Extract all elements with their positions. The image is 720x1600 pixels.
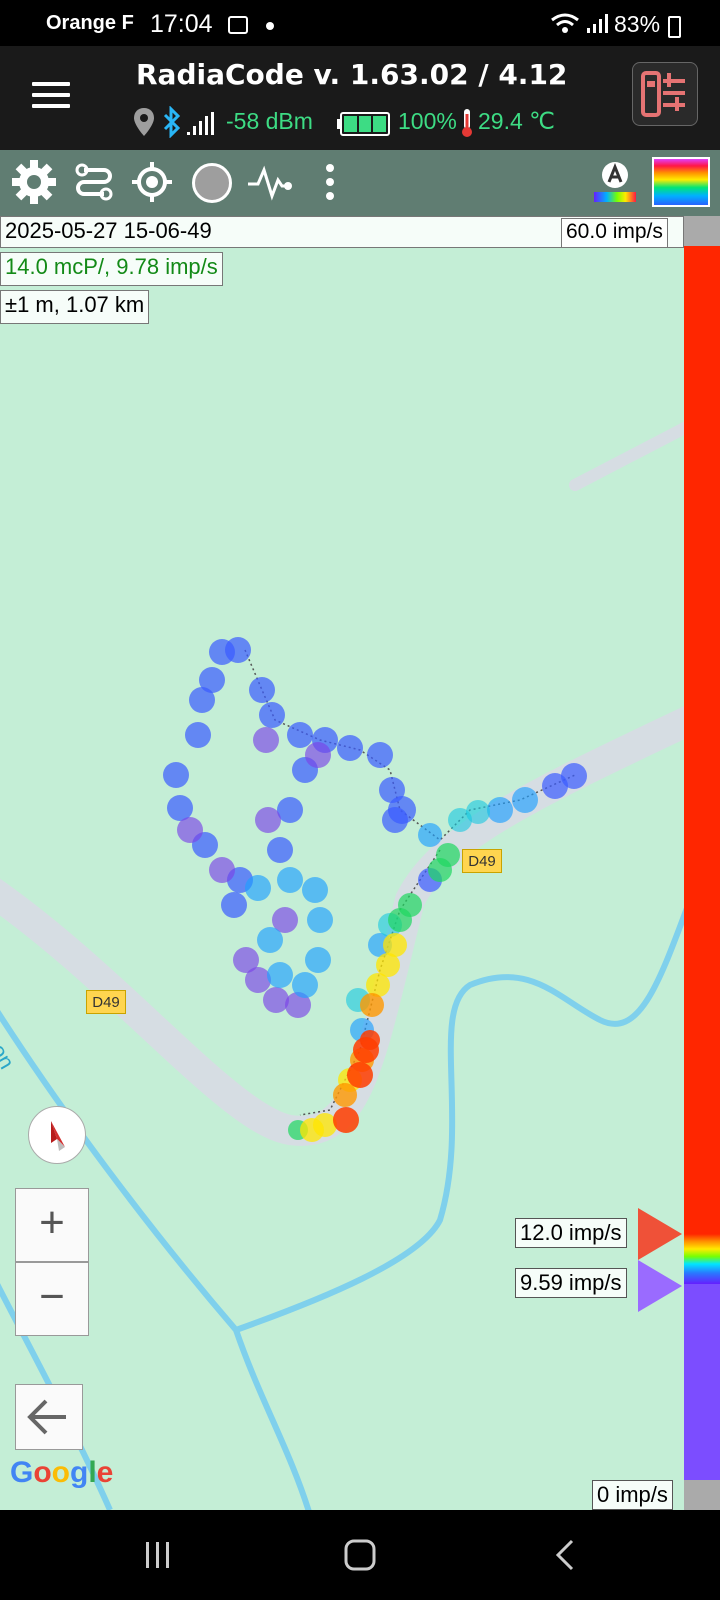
upper-threshold-marker-icon[interactable] [638, 1208, 682, 1260]
google-attribution: Google [10, 1456, 113, 1490]
upper-threshold-label: 12.0 imp/s [515, 1218, 627, 1248]
track-icon[interactable] [70, 158, 118, 206]
hamburger-menu-icon[interactable] [32, 82, 70, 112]
home-icon[interactable] [342, 1538, 378, 1572]
back-button[interactable] [15, 1384, 83, 1450]
system-status-bar: Orange F 17:04 83% [0, 0, 720, 46]
bt-signal-icon [187, 112, 214, 135]
auto-scale-icon[interactable] [594, 160, 636, 204]
device-battery-icon [340, 112, 390, 136]
google-letter: e [96, 1456, 114, 1489]
map-canvas[interactable] [0, 216, 684, 1510]
device-settings-button[interactable] [632, 62, 698, 126]
settings-icon[interactable] [10, 158, 58, 206]
compass-needle-icon [51, 1121, 65, 1151]
recent-apps-icon[interactable] [140, 1538, 176, 1572]
reading-label: 14.0 mcP/, 9.78 imp/s [0, 252, 223, 286]
record-circle-icon[interactable] [192, 163, 232, 203]
google-letter: g [70, 1456, 89, 1489]
arrow-left-icon [27, 1399, 66, 1435]
scale-bottom-cap [684, 1480, 720, 1510]
river-branch [234, 907, 684, 1333]
zoom-out-button[interactable]: − [15, 1262, 89, 1336]
scale-max-label: 60.0 imp/s [561, 218, 668, 248]
notification-dot-icon [266, 22, 274, 30]
lower-threshold-label: 9.59 imp/s [515, 1268, 627, 1298]
rssi-value: -58 dBm [226, 108, 313, 134]
carrier-name: Orange F [46, 12, 134, 34]
gps-target-icon[interactable] [128, 158, 176, 206]
sliders-icon [641, 71, 685, 117]
cell-signal-icon [587, 14, 608, 33]
system-nav-bar [0, 1510, 720, 1600]
road-north [569, 421, 684, 491]
scale-top-cap [684, 216, 720, 246]
gallery-notification-icon [228, 16, 248, 34]
app-title: RadiaCode v. 1.63.02 / 4.12 [136, 58, 568, 91]
clock: 17:04 [150, 10, 213, 38]
google-letter: o [51, 1456, 70, 1489]
battery-icon [668, 16, 681, 38]
app-bar: RadiaCode v. 1.63.02 / 4.12 -58 dBm 100%… [0, 46, 720, 150]
battery-percent: 83% [614, 11, 661, 37]
lower-threshold-marker-icon[interactable] [638, 1260, 682, 1312]
location-pin-icon [134, 108, 154, 136]
nav-back-icon[interactable] [548, 1538, 584, 1572]
google-letter: o [33, 1456, 52, 1489]
google-letter: l [88, 1456, 97, 1489]
road-label-d49-east: D49 [462, 849, 502, 873]
bluetooth-icon [163, 106, 181, 138]
scale-low-band [684, 1284, 720, 1480]
color-scale-bar [684, 216, 720, 1510]
device-battery-percent: 100% [398, 108, 457, 134]
google-letter: G [10, 1456, 34, 1489]
zoom-in-button[interactable]: + [15, 1188, 89, 1262]
pulse-icon[interactable] [246, 158, 294, 206]
road-label-d49-west: D49 [86, 990, 126, 1014]
device-temperature: 29.4 ℃ [478, 108, 555, 134]
scale-gradient-band [684, 1234, 720, 1284]
scale-min-label: 0 imp/s [592, 1480, 673, 1510]
scale-high-band [684, 246, 720, 1234]
wifi-icon [551, 13, 579, 33]
map-toolbar [0, 150, 720, 216]
thermometer-icon [462, 109, 472, 137]
more-vert-icon[interactable] [306, 158, 354, 206]
palette-icon[interactable] [652, 157, 710, 207]
accuracy-label: ±1 m, 1.07 km [0, 290, 150, 324]
compass-button[interactable] [28, 1106, 86, 1164]
